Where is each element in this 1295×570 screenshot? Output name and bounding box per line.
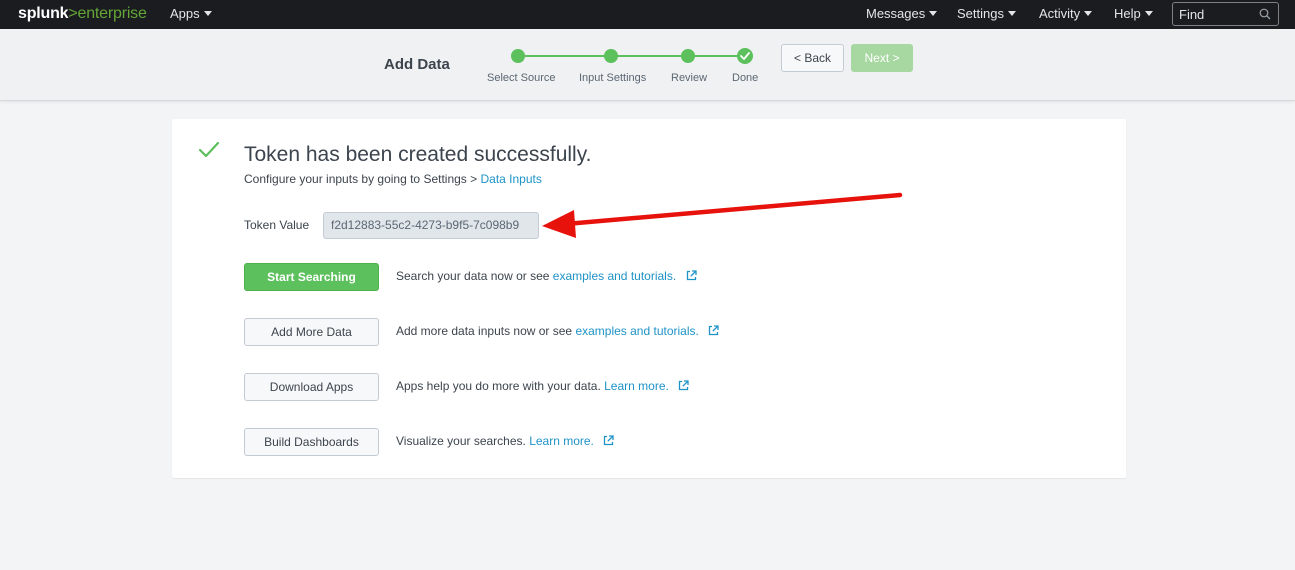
- learn-more-link[interactable]: Learn more.: [529, 434, 594, 448]
- chevron-down-icon: [203, 11, 212, 16]
- activity-menu-label: Activity: [1039, 6, 1081, 21]
- download-apps-description: Apps help you do more with your data. Le…: [396, 379, 689, 393]
- settings-menu-label: Settings: [957, 6, 1004, 21]
- success-subtitle: Configure your inputs by going to Settin…: [244, 172, 542, 186]
- success-title: Token has been created successfully.: [244, 143, 592, 166]
- success-check-icon: [198, 141, 220, 158]
- messages-menu[interactable]: Messages: [866, 6, 938, 21]
- back-button[interactable]: < Back: [781, 44, 844, 72]
- token-created-panel: Token has been created successfully. Con…: [172, 119, 1126, 478]
- step-label-input-settings: Input Settings: [579, 72, 647, 84]
- external-link-icon[interactable]: [678, 380, 689, 391]
- external-link-icon[interactable]: [708, 325, 719, 336]
- build-dashboards-button[interactable]: Build Dashboards: [244, 428, 379, 456]
- step-label-done: Done: [732, 72, 759, 84]
- external-link-icon[interactable]: [686, 270, 697, 281]
- build-dashboards-description: Visualize your searches. Learn more.: [396, 434, 614, 448]
- token-value-label: Token Value: [244, 218, 310, 232]
- examples-tutorials-link[interactable]: examples and tutorials.: [575, 324, 698, 338]
- data-inputs-link[interactable]: Data Inputs: [480, 172, 541, 186]
- chevron-down-icon: [1084, 11, 1093, 16]
- external-link-icon[interactable]: [603, 435, 614, 446]
- find-search-box: [1172, 2, 1279, 26]
- top-nav-bar: splunk>enterprise Apps Messages Settings…: [0, 0, 1295, 29]
- splunk-logo[interactable]: splunk>enterprise: [18, 5, 147, 23]
- messages-menu-label: Messages: [866, 6, 926, 21]
- start-searching-button[interactable]: Start Searching: [244, 263, 379, 291]
- search-icon[interactable]: [1259, 8, 1271, 20]
- add-data-wizard-header: Add Data Select Source Input Settings Re…: [0, 29, 1295, 101]
- chevron-down-icon: [1144, 11, 1153, 16]
- find-input[interactable]: [1179, 6, 1259, 22]
- logo-separator: >: [68, 5, 78, 22]
- chevron-down-icon: [929, 11, 938, 16]
- page-title: Add Data: [384, 56, 450, 73]
- chevron-down-icon: [1007, 11, 1016, 16]
- activity-menu[interactable]: Activity: [1039, 6, 1093, 21]
- help-menu[interactable]: Help: [1114, 6, 1153, 21]
- action-desc-text: Apps help you do more with your data.: [396, 379, 605, 393]
- examples-tutorials-link[interactable]: examples and tutorials.: [553, 269, 676, 283]
- step-dot-review: [681, 49, 695, 63]
- action-desc-text: Search your data now or see: [396, 269, 553, 283]
- action-desc-text: Visualize your searches.: [396, 434, 530, 448]
- apps-menu[interactable]: Apps: [170, 6, 212, 21]
- logo-product: enterprise: [77, 5, 147, 22]
- logo-brand: splunk: [18, 5, 69, 22]
- subtitle-text: Configure your inputs by going to Settin…: [244, 172, 481, 186]
- wizard-progress-steps: [511, 48, 753, 64]
- start-searching-description: Search your data now or see examples and…: [396, 269, 697, 283]
- add-more-data-button[interactable]: Add More Data: [244, 318, 379, 346]
- download-apps-button[interactable]: Download Apps: [244, 373, 379, 401]
- step-label-review: Review: [671, 72, 708, 84]
- next-button: Next >: [851, 44, 913, 72]
- step-label-select-source: Select Source: [487, 72, 556, 84]
- token-value-field[interactable]: f2d12883-55c2-4273-b9f5-7c098b9: [323, 212, 539, 239]
- help-menu-label: Help: [1114, 6, 1141, 21]
- settings-menu[interactable]: Settings: [957, 6, 1016, 21]
- step-dot-select-source: [511, 49, 525, 63]
- add-more-data-description: Add more data inputs now or see examples…: [396, 324, 719, 338]
- action-desc-text: Add more data inputs now or see: [396, 324, 576, 338]
- step-done-check-icon: [737, 48, 753, 64]
- learn-more-link[interactable]: Learn more.: [604, 379, 669, 393]
- apps-menu-label: Apps: [170, 6, 200, 21]
- step-dot-input-settings: [604, 49, 618, 63]
